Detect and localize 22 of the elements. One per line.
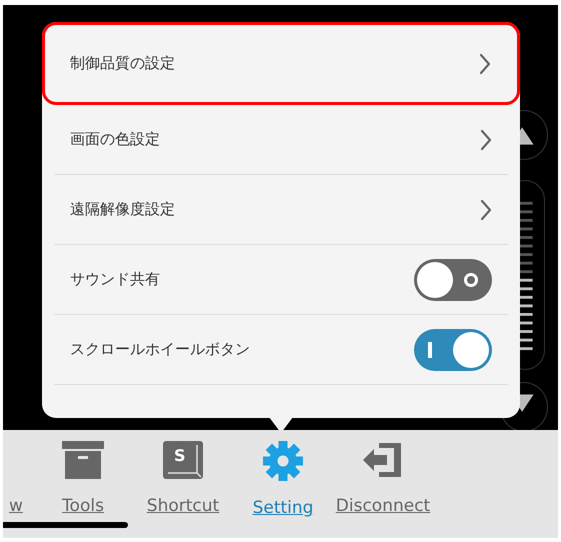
toggle-switch[interactable]: [414, 328, 492, 370]
toolbar-tab[interactable]: S Shortcut: [133, 430, 233, 520]
menu-item[interactable]: スクロールホイールボタン: [54, 315, 508, 385]
toolbar-tab[interactable]: Tools: [33, 430, 133, 520]
toolbar-tab[interactable]: w: [3, 430, 33, 520]
settings-icon: [263, 441, 303, 481]
toggle-switch[interactable]: [414, 258, 492, 300]
menu-item[interactable]: 制御品質の設定: [42, 22, 520, 105]
chevron-right-icon[interactable]: [480, 198, 492, 220]
archive-box-icon: [62, 441, 104, 479]
keyboard-key-icon: [163, 441, 203, 479]
toolbar-tab[interactable]: Setting: [233, 430, 333, 522]
off-ring-icon: [463, 272, 479, 288]
key-letter: S: [174, 447, 186, 465]
menu-item[interactable]: サウンド共有: [54, 245, 508, 315]
on-bar-icon: [428, 342, 432, 358]
chevron-right-icon[interactable]: [479, 52, 491, 74]
chevron-right-icon[interactable]: [480, 128, 492, 150]
exit-arrow-icon: [363, 441, 403, 479]
menu-item[interactable]: 遠隔解像度設定: [54, 175, 508, 245]
toolbar-tab[interactable]: Disconnect: [333, 430, 433, 520]
menu-item[interactable]: 画面の色設定: [54, 105, 508, 175]
